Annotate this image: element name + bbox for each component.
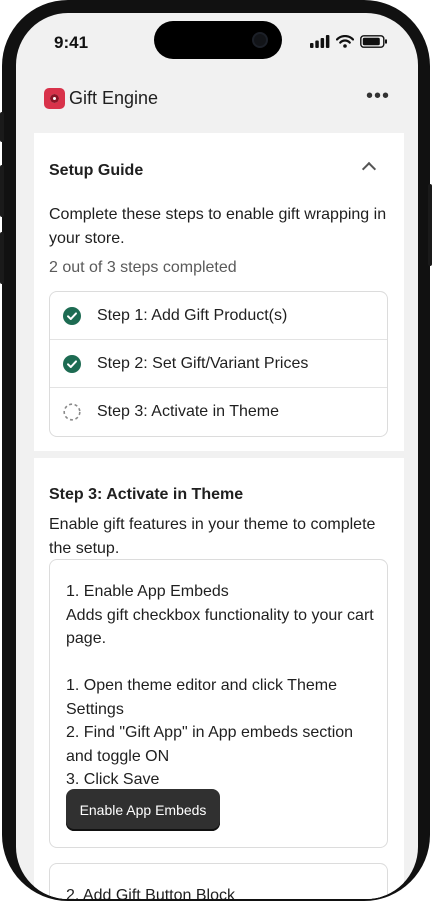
task-card-app-embeds: 1. Enable App Embeds Adds gift checkbox … (49, 559, 388, 848)
instruction-item: 3. Click Save (66, 771, 160, 788)
status-icons (310, 35, 388, 48)
setup-progress-text: 2 out of 3 steps completed (49, 259, 237, 276)
task-card-gift-button-block[interactable]: 2. Add Gift Button Block (49, 863, 388, 899)
app-header: Gift Engine ••• (16, 83, 418, 117)
setup-guide-title: Setup Guide (49, 162, 144, 179)
step3-title: Step 3: Activate in Theme (49, 486, 244, 503)
check-circle-icon (63, 306, 81, 325)
camera-icon (252, 32, 268, 48)
more-options-icon[interactable]: ••• (366, 85, 390, 108)
setup-guide-card: Setup Guide Complete these steps to enab… (34, 133, 404, 451)
step-label: Step 2: Set Gift/Variant Prices (97, 354, 309, 372)
volume-down-button (0, 232, 4, 284)
gift-engine-logo-icon (44, 88, 65, 109)
action-button (0, 112, 4, 142)
dashed-circle-icon (63, 403, 81, 421)
setup-steps-list: Step 1: Add Gift Product(s) Step 2: Set … (49, 291, 388, 437)
task-content: 1. Enable App Embeds Adds gift checkbox … (66, 580, 376, 792)
check-circle-icon (63, 354, 81, 373)
step-label: Step 1: Add Gift Product(s) (97, 306, 288, 324)
signal-icon (310, 35, 330, 48)
step-label: Step 3: Activate in Theme (97, 403, 280, 420)
dynamic-island (154, 21, 282, 59)
step3-description: Enable gift features in your theme to co… (49, 516, 376, 557)
phone-frame: 9:41 Gift Engine ••• Setup Guide Complet… (0, 0, 432, 901)
instruction-item: 1. Open theme editor and click Theme Set… (66, 677, 337, 718)
task-heading: 1. Enable App Embeds (66, 583, 229, 600)
app-title: Gift Engine (69, 88, 159, 108)
instruction-item: 2. Find "Gift App" in App embeds section… (66, 724, 354, 765)
step-item-2[interactable]: Step 2: Set Gift/Variant Prices (50, 340, 387, 388)
enable-app-embeds-button[interactable]: Enable App Embeds (66, 789, 220, 831)
screen: 9:41 Gift Engine ••• Setup Guide Complet… (16, 13, 418, 899)
task-heading: 2. Add Gift Button Block (66, 887, 235, 899)
collapse-chevron-up-icon[interactable] (361, 161, 377, 177)
battery-icon (360, 35, 387, 48)
volume-up-button (0, 165, 4, 217)
power-button (428, 184, 432, 266)
setup-guide-description: Complete these steps to enable gift wrap… (49, 206, 387, 247)
task-summary: Adds gift checkbox functionality to your… (66, 606, 374, 648)
status-time: 9:41 (54, 33, 89, 52)
activate-theme-card: Step 3: Activate in Theme Enable gift fe… (34, 458, 404, 899)
wifi-icon (336, 35, 354, 48)
step-item-3[interactable]: Step 3: Activate in Theme (50, 388, 387, 436)
step-item-1[interactable]: Step 1: Add Gift Product(s) (50, 292, 387, 340)
